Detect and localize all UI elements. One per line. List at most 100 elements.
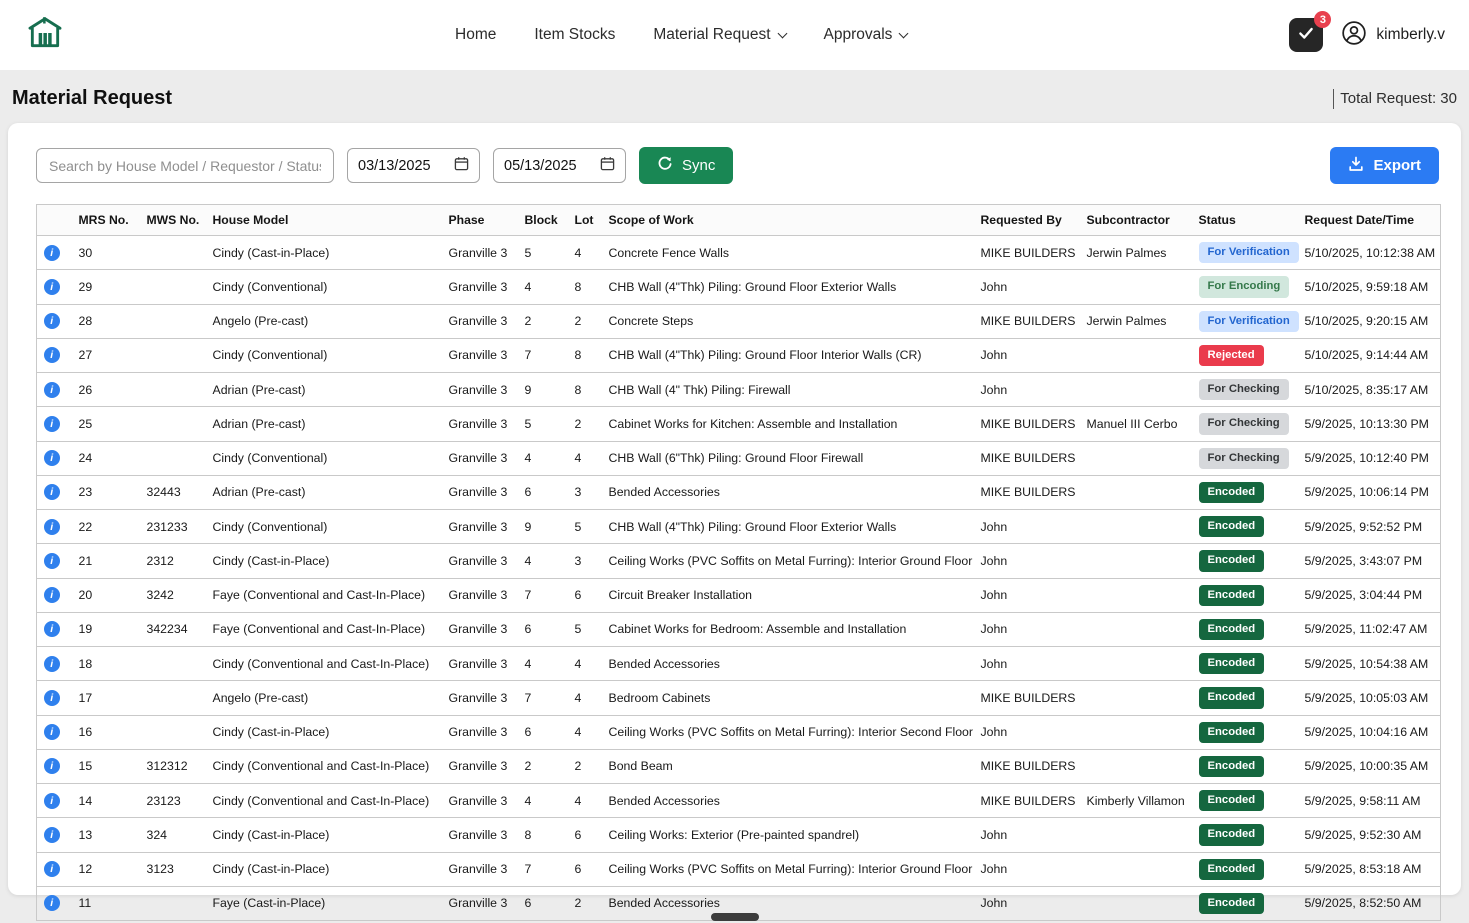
cell-mrs: 17 [75,681,143,715]
notifications-button[interactable]: 3 [1289,18,1323,52]
cell-house-model: Cindy (Conventional and Cast-In-Place) [209,784,445,818]
cell-requested-by: John [977,544,1083,578]
date-to-input[interactable] [504,158,590,174]
cell-subcontractor [1083,510,1195,544]
cell-mws [143,441,209,475]
info-icon[interactable]: i [44,793,60,809]
info-icon[interactable]: i [44,553,60,569]
cell-house-model: Cindy (Cast-in-Place) [209,236,445,270]
info-icon[interactable]: i [44,519,60,535]
export-button[interactable]: Export [1330,147,1439,184]
info-icon[interactable]: i [44,587,60,603]
cell-phase: Granville 3 [445,544,521,578]
cell-lot: 8 [571,373,605,407]
info-icon[interactable]: i [44,382,60,398]
cell-status: Encoded [1195,647,1301,681]
date-from-field[interactable] [347,148,480,183]
cell-status: Rejected [1195,338,1301,372]
cell-lot: 3 [571,475,605,509]
cell-block: 9 [521,510,571,544]
cell-mrs: 13 [75,818,143,852]
cell-phase: Granville 3 [445,236,521,270]
cell-requested-by: MIKE BUILDERS [977,304,1083,338]
export-button-label: Export [1373,157,1421,174]
info-icon[interactable]: i [44,690,60,706]
cell-requested-by: John [977,612,1083,646]
cell-subcontractor [1083,749,1195,783]
cell-block: 6 [521,886,571,920]
status-badge: Encoded [1199,619,1265,640]
cell-requested-by: MIKE BUILDERS [977,475,1083,509]
cell-status: Encoded [1195,818,1301,852]
nav-item-home[interactable]: Home [455,26,496,44]
info-icon[interactable]: i [44,656,60,672]
cell-request-datetime: 5/9/2025, 11:02:47 AM [1301,612,1441,646]
cell-scope: Ceiling Works (PVC Soffits on Metal Furr… [605,852,977,886]
info-icon[interactable]: i [44,347,60,363]
info-cell: i [37,681,75,715]
cell-block: 4 [521,647,571,681]
sync-button-label: Sync [682,157,715,174]
download-icon [1348,156,1364,176]
column-header-block: Block [521,205,571,236]
cell-subcontractor: Manuel III Cerbo [1083,407,1195,441]
cell-scope: Concrete Steps [605,304,977,338]
info-icon[interactable]: i [44,827,60,843]
sync-button[interactable]: Sync [639,147,733,184]
cell-status: Encoded [1195,886,1301,920]
cell-phase: Granville 3 [445,304,521,338]
info-icon[interactable]: i [44,724,60,740]
brand-logo[interactable] [24,14,66,56]
page-header: Material Request Total Request: 30 [0,70,1469,123]
info-cell: i [37,373,75,407]
info-icon[interactable]: i [44,895,60,911]
cell-mrs: 29 [75,270,143,304]
info-icon[interactable]: i [44,861,60,877]
cell-mws: 342234 [143,612,209,646]
cell-lot: 6 [571,852,605,886]
nav-item-approvals[interactable]: Approvals [824,26,908,44]
info-icon[interactable]: i [44,450,60,466]
info-icon[interactable]: i [44,484,60,500]
cell-phase: Granville 3 [445,784,521,818]
cell-mws: 32443 [143,475,209,509]
nav-item-material-request[interactable]: Material Request [653,26,785,44]
info-icon[interactable]: i [44,245,60,261]
search-input[interactable] [36,148,334,183]
total-divider [1333,89,1334,109]
info-icon[interactable]: i [44,313,60,329]
cell-subcontractor [1083,612,1195,646]
cell-lot: 6 [571,818,605,852]
cell-lot: 4 [571,647,605,681]
info-icon[interactable]: i [44,621,60,637]
user-menu[interactable]: kimberly.v [1341,20,1445,51]
cell-lot: 4 [571,784,605,818]
cell-requested-by: MIKE BUILDERS [977,784,1083,818]
info-icon[interactable]: i [44,416,60,432]
cell-subcontractor [1083,544,1195,578]
cell-house-model: Angelo (Pre-cast) [209,681,445,715]
date-from-input[interactable] [358,158,444,174]
column-header-requested-by: Requested By [977,205,1083,236]
table-row: i212312Cindy (Cast-in-Place)Granville 34… [37,544,1441,578]
navbar-right: 3 kimberly.v [1289,18,1445,52]
cell-status: For Verification [1195,236,1301,270]
cell-requested-by: John [977,715,1083,749]
cell-block: 6 [521,612,571,646]
total-request-label: Total Request: 30 [1340,90,1457,107]
column-header-phase: Phase [445,205,521,236]
status-badge: For Checking [1199,379,1289,400]
toolbar: Sync Export [36,147,1439,184]
table-row: i123123Cindy (Cast-in-Place)Granville 37… [37,852,1441,886]
cell-mrs: 24 [75,441,143,475]
nav-item-label: Approvals [824,26,893,44]
cell-request-datetime: 5/9/2025, 8:52:50 AM [1301,886,1441,920]
info-icon[interactable]: i [44,758,60,774]
date-to-field[interactable] [493,148,626,183]
nav-item-item-stocks[interactable]: Item Stocks [534,26,615,44]
cell-block: 8 [521,818,571,852]
cell-phase: Granville 3 [445,407,521,441]
username: kimberly.v [1376,26,1445,44]
cell-mrs: 22 [75,510,143,544]
info-icon[interactable]: i [44,279,60,295]
